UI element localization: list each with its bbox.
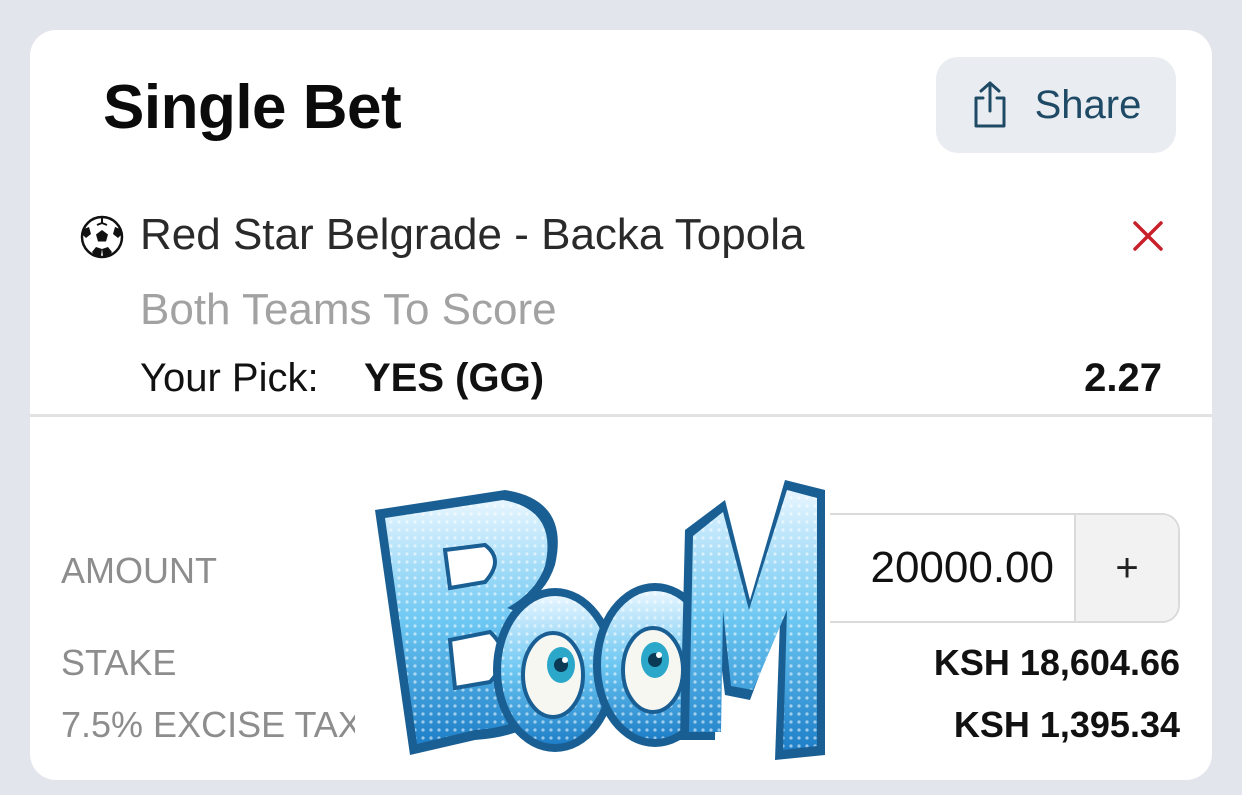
- share-label: Share: [1034, 82, 1142, 127]
- soccer-ball-icon: [80, 215, 124, 259]
- pick-value: YES (GG): [364, 356, 545, 400]
- stake-label: STAKE: [61, 642, 177, 683]
- pick-label: Your Pick:: [140, 356, 319, 400]
- amount-label: AMOUNT: [61, 550, 217, 591]
- match-name: Red Star Belgrade - Backa Topola: [140, 210, 805, 259]
- boom-sticker: [355, 470, 830, 790]
- odds-value: 2.27: [1084, 356, 1162, 400]
- stake-value: KSH 18,604.66: [933, 642, 1180, 683]
- increase-amount-button[interactable]: +: [1074, 515, 1178, 621]
- tax-value: KSH 1,395.34: [953, 704, 1180, 745]
- page-title: Single Bet: [103, 73, 402, 142]
- share-icon: [971, 80, 1009, 130]
- close-icon[interactable]: [1128, 216, 1168, 256]
- market-name: Both Teams To Score: [140, 285, 557, 334]
- share-button[interactable]: Share: [936, 57, 1176, 153]
- tax-label: 7.5% EXCISE TAX: [61, 704, 362, 745]
- divider: [30, 414, 1212, 417]
